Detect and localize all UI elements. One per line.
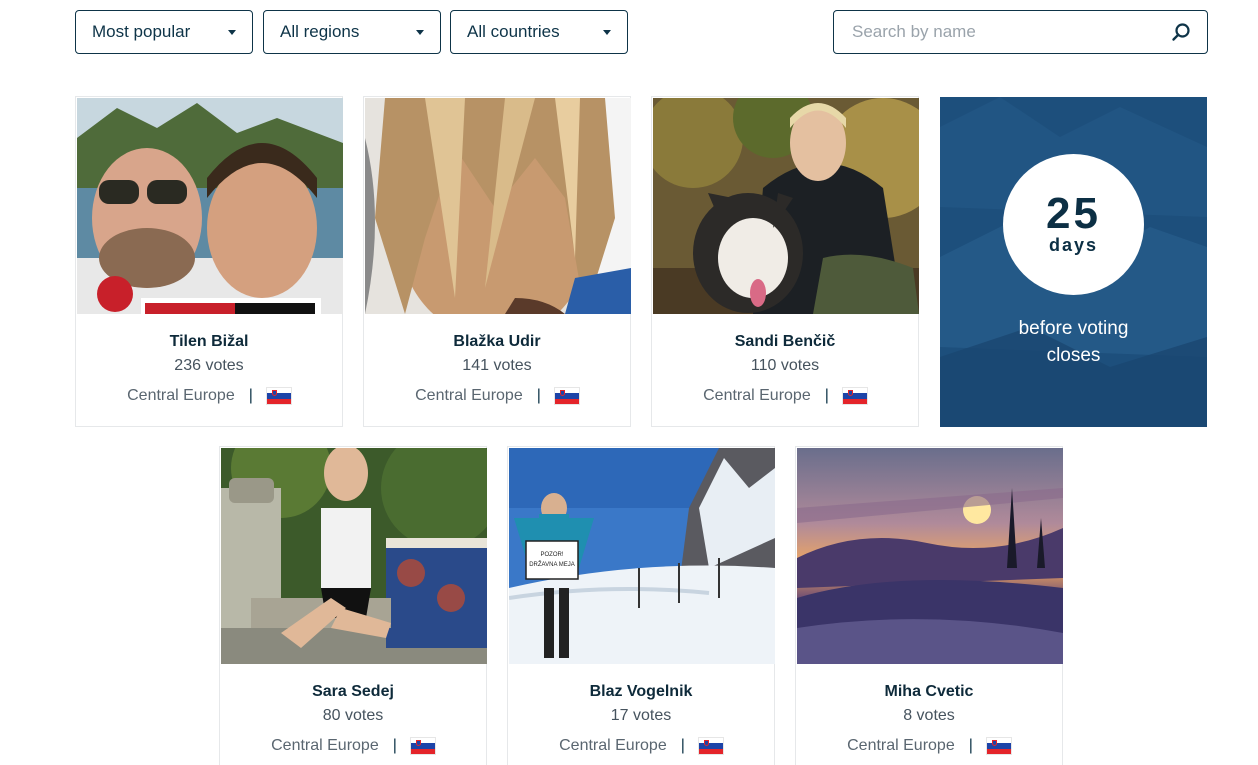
region-dropdown[interactable]: All regions	[263, 10, 441, 54]
country-dropdown-value: All countries	[467, 22, 560, 41]
countdown-circle: 25 days	[1003, 154, 1144, 295]
contestant-photo	[365, 98, 631, 314]
contestant-card[interactable]: Tilen Bižal 236 votes Central Europe |	[75, 96, 343, 427]
contestant-card[interactable]: Sandi Benčič 110 votes Central Europe |	[651, 96, 919, 427]
contestant-card[interactable]: POZOR! DRŽAVNA MEJA Blaz Vogelnik 17 vot…	[507, 446, 775, 765]
contestant-location: Central Europe |	[220, 737, 486, 755]
contestant-card[interactable]: Miha Cvetic 8 votes Central Europe |	[795, 446, 1063, 765]
vote-count: 17 votes	[610, 707, 672, 724]
vote-count: 236 votes	[174, 357, 244, 374]
countdown-number: 25	[1046, 189, 1101, 238]
country-dropdown[interactable]: All countries	[450, 10, 628, 54]
contestants-page: Most popular All regions All countries S…	[0, 0, 1258, 765]
search-input[interactable]	[852, 22, 1171, 42]
contestant-photo	[797, 448, 1063, 664]
search-icon[interactable]	[1171, 22, 1191, 42]
countdown-caption-line2: closes	[1046, 345, 1101, 366]
divider: |	[968, 737, 973, 754]
countdown-caption-line1: before voting	[1018, 318, 1129, 339]
contestant-name: Blaz Vogelnik	[589, 683, 693, 700]
voting-countdown: 25 days before voting closes	[940, 97, 1207, 427]
slovenia-flag-icon	[554, 388, 579, 404]
contestant-name: Miha Cvetic	[884, 683, 974, 700]
countdown-caption: before voting closes	[940, 315, 1207, 369]
divider: |	[536, 387, 541, 404]
sign-text-line2: DRŽAVNA MEJA	[529, 560, 575, 568]
region-dropdown-value: All regions	[280, 22, 360, 41]
contestant-location: Central Europe |	[796, 737, 1062, 755]
divider: |	[824, 387, 829, 404]
contestant-location: Central Europe |	[652, 387, 918, 405]
contestant-card[interactable]: Blažka Udir 141 votes Central Europe |	[363, 96, 631, 427]
slovenia-flag-icon	[986, 738, 1011, 754]
chevron-down-icon	[228, 29, 236, 35]
region-label: Central Europe	[559, 737, 667, 754]
region-label: Central Europe	[415, 387, 523, 404]
sort-dropdown[interactable]: Most popular	[75, 10, 253, 54]
divider: |	[680, 737, 685, 754]
contestant-card[interactable]: Sara Sedej 80 votes Central Europe |	[219, 446, 487, 765]
slovenia-flag-icon	[842, 388, 867, 404]
contestant-photo	[653, 98, 919, 314]
contestant-name: Tilen Bižal	[169, 333, 249, 350]
sign-text-line1: POZOR!	[540, 552, 563, 558]
slovenia-flag-icon	[266, 388, 291, 404]
slovenia-flag-icon	[410, 738, 435, 754]
contestant-photo	[221, 448, 487, 664]
divider: |	[392, 737, 397, 754]
chevron-down-icon	[603, 29, 611, 35]
vote-count: 80 votes	[322, 707, 384, 724]
contestant-name: Sara Sedej	[312, 683, 394, 700]
divider: |	[248, 387, 253, 404]
chevron-down-icon	[416, 29, 424, 35]
contestant-name: Sandi Benčič	[734, 333, 836, 350]
slovenia-flag-icon	[698, 738, 723, 754]
countdown-unit: days	[1048, 235, 1099, 255]
vote-count: 110 votes	[750, 357, 820, 374]
contestant-location: Central Europe |	[364, 387, 630, 405]
contestant-location: Central Europe |	[508, 737, 774, 755]
region-label: Central Europe	[847, 737, 955, 754]
search-box	[833, 10, 1208, 54]
vote-count: 141 votes	[462, 357, 532, 374]
contestant-photo	[77, 98, 343, 314]
contestant-name: Blažka Udir	[453, 333, 541, 350]
region-label: Central Europe	[271, 737, 379, 754]
contestant-location: Central Europe |	[76, 387, 342, 405]
sort-dropdown-value: Most popular	[92, 22, 191, 41]
contestant-photo: POZOR! DRŽAVNA MEJA	[509, 448, 775, 664]
region-label: Central Europe	[127, 387, 235, 404]
vote-count: 8 votes	[903, 707, 955, 724]
region-label: Central Europe	[703, 387, 811, 404]
